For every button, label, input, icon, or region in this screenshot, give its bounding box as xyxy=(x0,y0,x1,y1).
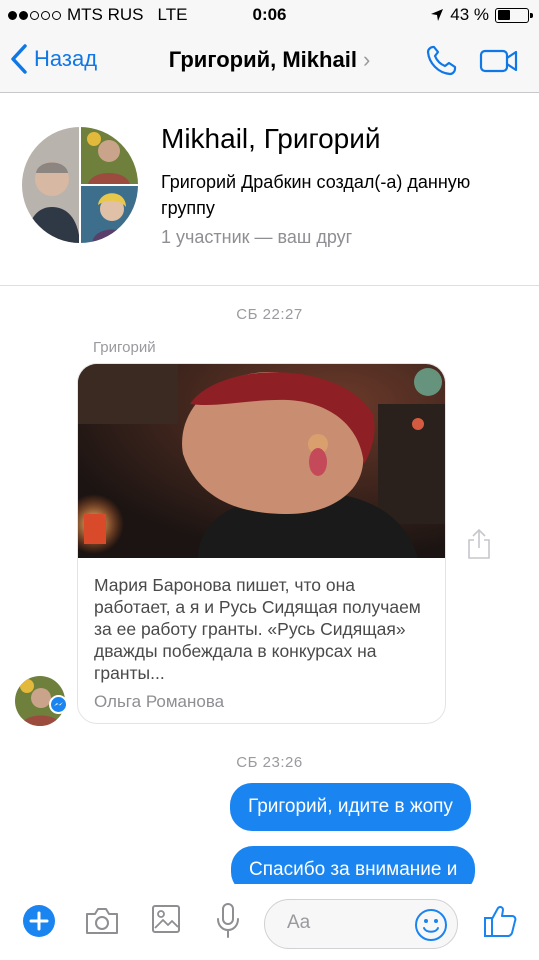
message-input[interactable] xyxy=(264,899,458,949)
thumbs-up-icon[interactable] xyxy=(482,903,518,939)
group-avatar[interactable] xyxy=(22,127,138,243)
group-info-header: Mikhail, Григорий Григорий Драбкин созда… xyxy=(0,93,539,286)
phone-icon[interactable] xyxy=(424,44,458,78)
camera-icon[interactable] xyxy=(84,906,120,936)
battery-icon xyxy=(495,7,533,23)
video-camera-icon[interactable] xyxy=(479,48,519,74)
microphone-icon[interactable] xyxy=(214,902,242,940)
emoji-icon[interactable] xyxy=(414,908,448,942)
group-members-text: 1 участник — ваш друг xyxy=(161,227,353,247)
message-composer xyxy=(0,884,539,960)
conversation-title-text: Григорий, Mikhail xyxy=(168,47,357,72)
shared-post-author: Ольга Романова xyxy=(94,692,225,711)
group-name: Mikhail, Григорий xyxy=(161,123,381,154)
shared-post-text: Мария Баронова пишет, что она работает, … xyxy=(94,575,421,683)
location-arrow-icon xyxy=(431,9,444,21)
status-right: 43 % xyxy=(430,5,533,25)
title-chevron-icon: › xyxy=(362,47,371,72)
navigation-bar: Назад Григорий, Mikhail › xyxy=(0,30,539,93)
battery-level-fill xyxy=(497,10,510,20)
sender-name: Григорий xyxy=(93,339,156,356)
plus-icon[interactable] xyxy=(22,904,56,938)
messenger-chat-screen: MTS RUS LTE 0:06 43 % Назад Григорий, Mi… xyxy=(0,0,539,960)
group-created-text: Григорий Драбкин создал(-а) данную групп… xyxy=(161,172,471,218)
messenger-badge-icon xyxy=(49,695,68,714)
battery-percent: 43 % xyxy=(450,5,489,24)
messenger-bolt-icon xyxy=(54,702,63,706)
group-avatar-image xyxy=(22,127,138,243)
message-timestamp: СБ 22:27 xyxy=(236,306,303,323)
status-bar: MTS RUS LTE 0:06 43 % xyxy=(0,0,539,30)
image-icon[interactable] xyxy=(151,904,181,934)
message-timestamp: СБ 23:26 xyxy=(236,754,303,771)
sender-avatar[interactable] xyxy=(15,676,68,726)
shared-post-photo xyxy=(78,364,445,558)
share-icon[interactable] xyxy=(466,528,492,560)
conversation-title[interactable]: Григорий, Mikhail › xyxy=(0,47,539,73)
message-text-field[interactable] xyxy=(287,912,417,934)
shared-post-card[interactable]: Мария Баронова пишет, что она работает, … xyxy=(77,363,446,724)
outgoing-message-bubble[interactable]: Григорий, идите в жопу xyxy=(230,783,471,831)
